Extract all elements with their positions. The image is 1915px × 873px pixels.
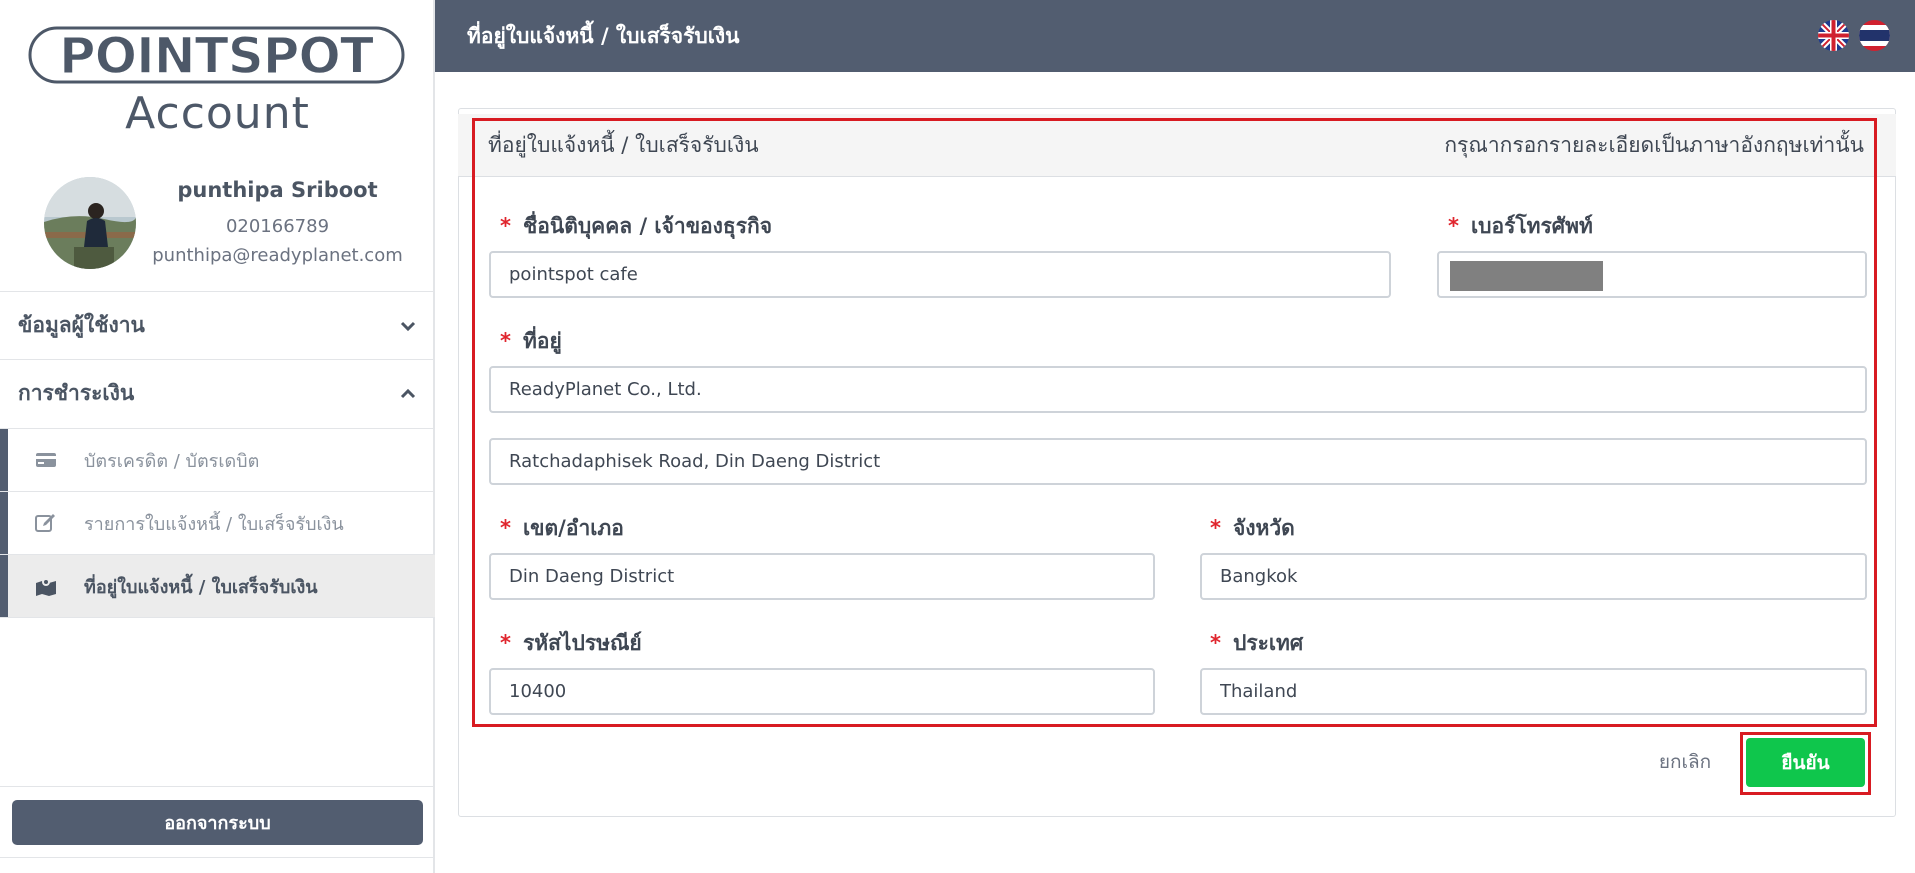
required-mark: * — [1448, 214, 1459, 238]
company-label: * ชื่อนิติบุคคล / เจ้าของธุรกิจ — [500, 210, 772, 243]
country-label: * ประเทศ — [1210, 627, 1303, 660]
sidebar-item-billing-address[interactable]: ที่อยู่ใบแจ้งหนี้ / ใบเสร็จรับเงิน — [0, 554, 435, 617]
logout-button[interactable]: ออกจากระบบ — [12, 800, 423, 845]
address-label: * ที่อยู่ — [500, 325, 562, 358]
active-bar — [0, 429, 8, 491]
province-label-text: จังหวัด — [1232, 516, 1295, 540]
avatar — [44, 177, 136, 269]
company-label-text: ชื่อนิติบุคคล / เจ้าของธุรกิจ — [522, 214, 773, 238]
chevron-up-icon — [400, 388, 416, 398]
divider — [0, 617, 435, 618]
sidebar-item-label: รายการใบแจ้งหนี้ / ใบเสร็จรับเงิน — [84, 513, 344, 535]
province-label: * จังหวัด — [1210, 512, 1295, 545]
phone-label: * เบอร์โทรศัพท์ — [1448, 210, 1593, 243]
logout-area: ออกจากระบบ — [0, 786, 435, 858]
chevron-down-icon — [400, 321, 416, 331]
postal-label: * รหัสไปรษณีย์ — [500, 627, 642, 660]
country-input[interactable] — [1200, 668, 1867, 715]
cancel-button[interactable]: ยกเลิก — [1640, 747, 1730, 777]
address-line1-input[interactable] — [489, 366, 1867, 413]
sidebar-item-label: ที่อยู่ใบแจ้งหนี้ / ใบเสร็จรับเงิน — [84, 576, 318, 598]
address-label-text: ที่อยู่ — [522, 329, 562, 353]
edit-icon — [34, 511, 58, 535]
sidebar-item-label: บัตรเครดิต / บัตรเดบิต — [84, 450, 260, 472]
svg-text:POINTSPOT: POINTSPOT — [59, 27, 374, 84]
required-mark: * — [1210, 631, 1221, 655]
phone-masked-value — [1450, 261, 1603, 291]
profile-name: punthipa Sriboot — [177, 178, 378, 202]
address-line2-input[interactable] — [489, 438, 1867, 485]
menu-section-user-info[interactable]: ข้อมูลผู้ใช้งาน — [0, 291, 435, 359]
profile-email: punthipa@readyplanet.com — [152, 245, 403, 266]
required-mark: * — [500, 329, 511, 353]
district-label: * เขต/อำเภอ — [500, 512, 624, 545]
th-flag-icon[interactable] — [1859, 20, 1890, 51]
menu-section-payment[interactable]: การชำระเงิน — [0, 359, 435, 427]
required-mark: * — [500, 516, 511, 540]
en-flag-icon[interactable] — [1818, 20, 1849, 51]
required-mark: * — [500, 631, 511, 655]
district-input[interactable] — [489, 553, 1155, 600]
sidebar-item-invoice-list[interactable]: รายการใบแจ้งหนี้ / ใบเสร็จรับเงิน — [0, 491, 435, 554]
confirm-button[interactable]: ยืนยัน — [1746, 738, 1865, 787]
top-header: ที่อยู่ใบแจ้งหนี้ / ใบเสร็จรับเงิน — [435, 0, 1915, 72]
required-mark: * — [500, 214, 511, 238]
province-input[interactable] — [1200, 553, 1867, 600]
profile-phone: 020166789 — [225, 216, 330, 237]
country-label-text: ประเทศ — [1232, 631, 1304, 655]
menu-section-label: การชำระเงิน — [18, 381, 135, 405]
postal-code-input[interactable] — [489, 668, 1155, 715]
active-bar — [0, 492, 8, 554]
company-input[interactable] — [489, 251, 1391, 298]
district-label-text: เขต/อำเภอ — [522, 516, 624, 540]
required-mark: * — [1210, 516, 1221, 540]
postal-label-text: รหัสไปรษณีย์ — [522, 631, 642, 655]
credit-card-icon — [34, 448, 58, 472]
menu-section-label: ข้อมูลผู้ใช้งาน — [18, 313, 145, 337]
page-title: ที่อยู่ใบแจ้งหนี้ / ใบเสร็จรับเงิน — [467, 24, 740, 48]
active-bar — [0, 555, 8, 617]
account-title: Account — [125, 88, 310, 139]
pointspot-logo: POINTSPOT — [28, 26, 405, 84]
map-marker-icon — [34, 574, 58, 598]
sidebar-item-credit-card[interactable]: บัตรเครดิต / บัตรเดบิต — [0, 428, 435, 491]
profile-info: punthipa Sriboot 020166789 punthipa@read… — [145, 178, 410, 266]
sidebar: POINTSPOT Account punthipa Sriboot 02016… — [0, 0, 435, 873]
phone-label-text: เบอร์โทรศัพท์ — [1470, 214, 1593, 238]
